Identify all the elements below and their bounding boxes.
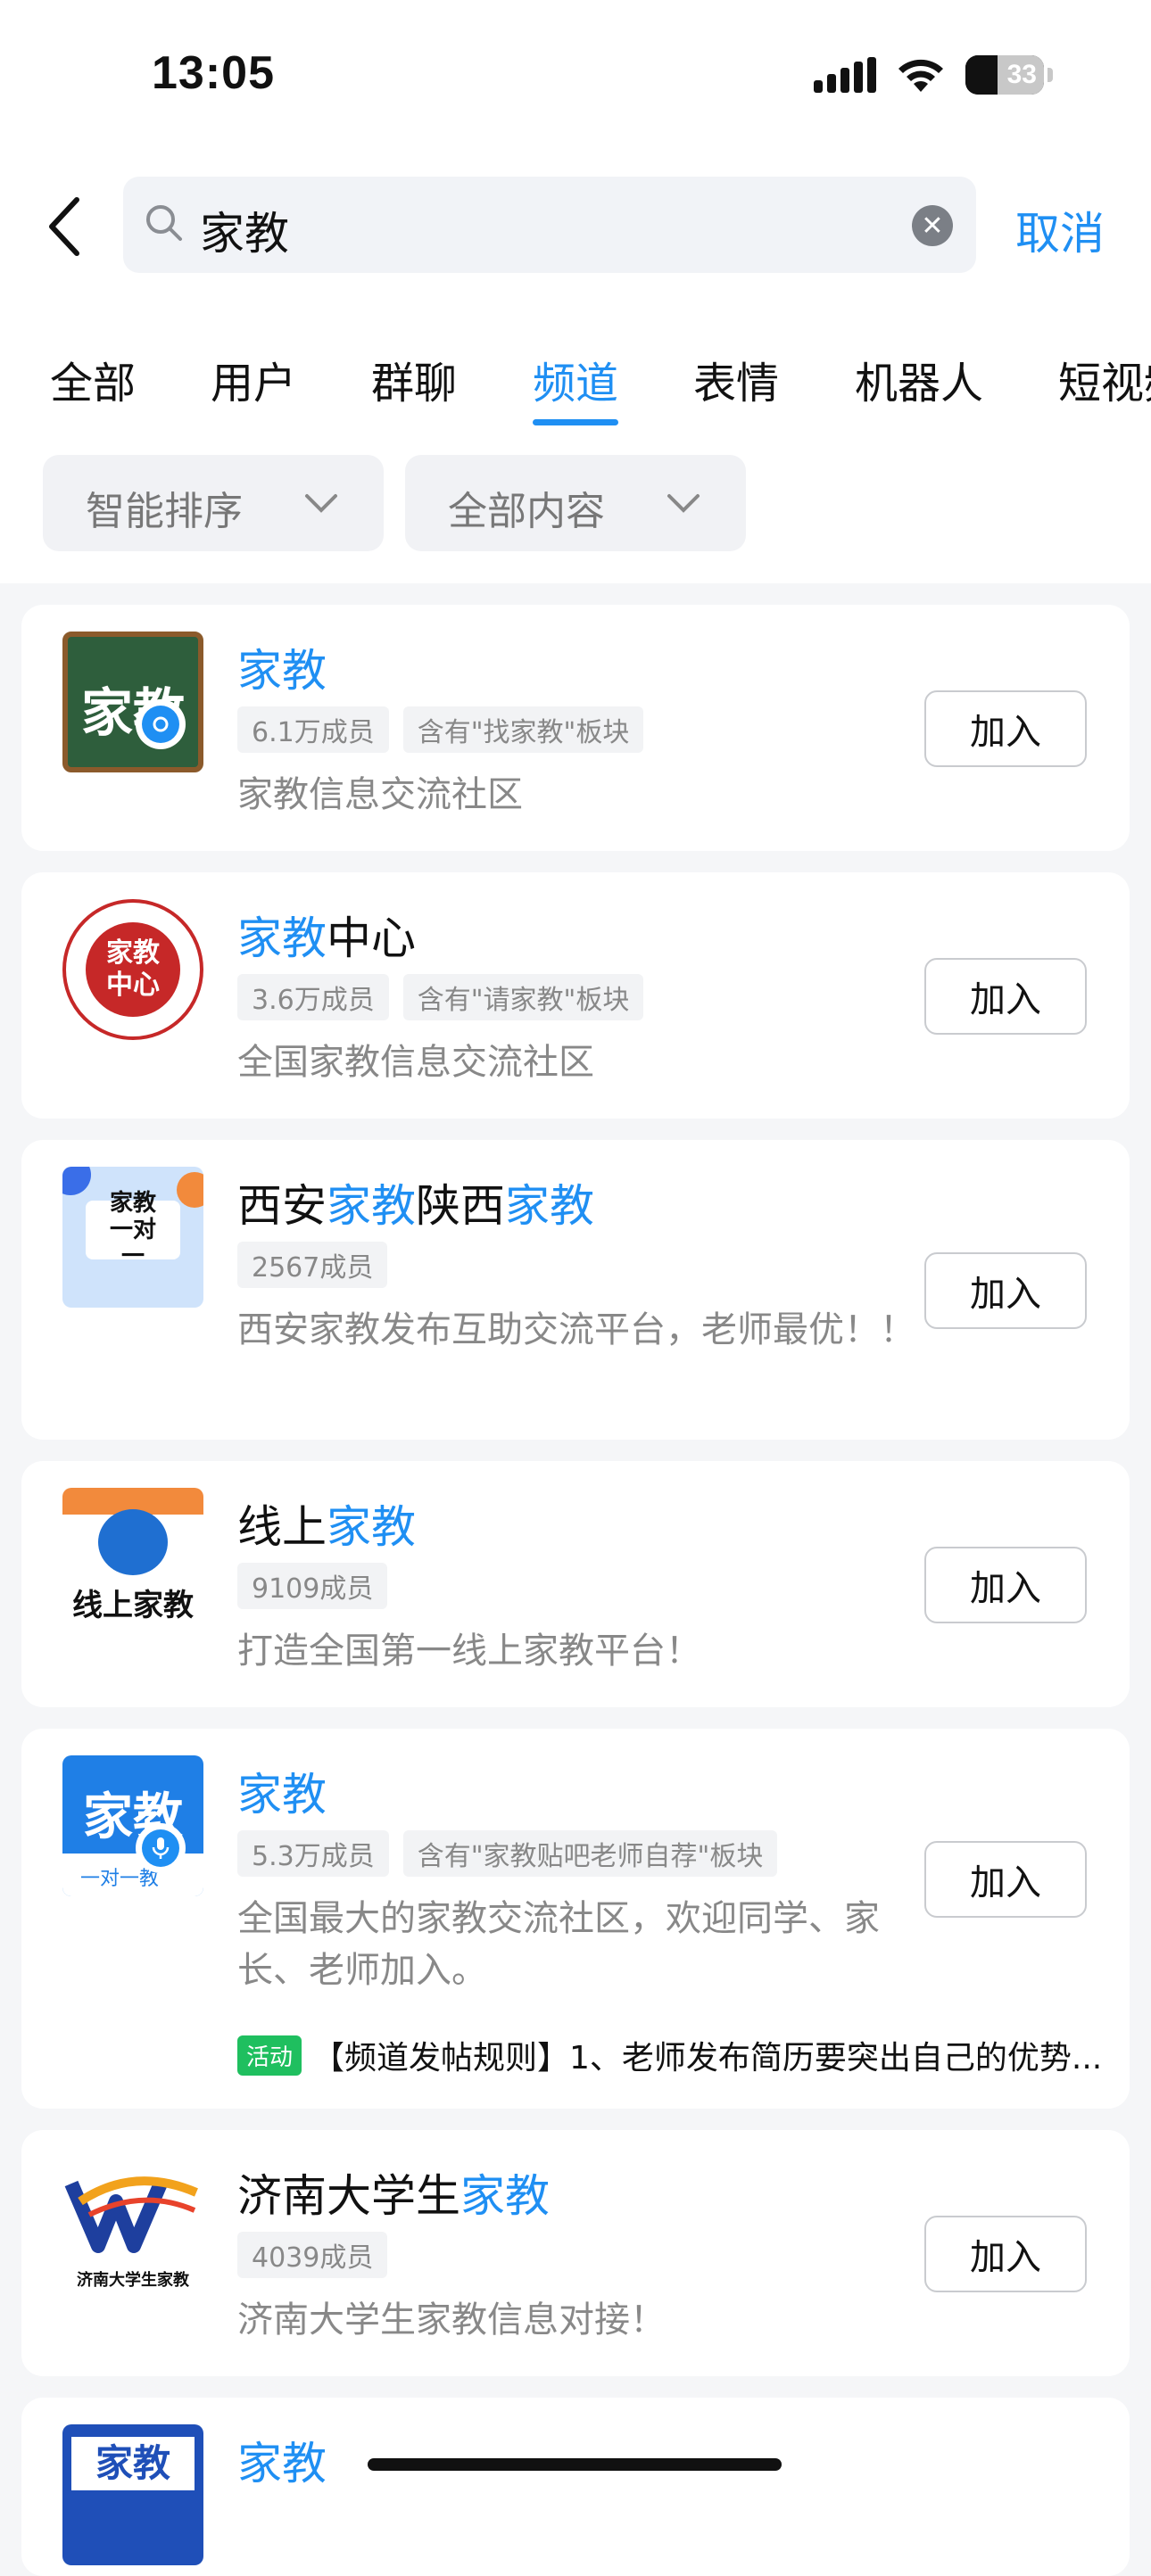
tab-short-videos[interactable]: 短视频: [1058, 348, 1151, 410]
verified-icon: [136, 699, 186, 749]
section-chip: 含有"请家教"板块: [402, 974, 644, 1020]
channel-logo: 家教中心: [62, 899, 203, 1040]
channel-chips: 4039成员: [237, 2232, 388, 2278]
section-chip: 含有"找家教"板块: [402, 706, 644, 753]
clear-icon[interactable]: ✕: [912, 205, 953, 246]
channel-card[interactable]: 家教一对一 西安家教陕西家教 2567成员 西安家教发布互助交流平台，老师最优！…: [21, 1140, 1130, 1440]
search-input[interactable]: 家教: [200, 198, 289, 262]
channel-logo: 家教: [62, 2424, 203, 2565]
channel-chips: 3.6万成员 含有"请家教"板块: [237, 974, 644, 1020]
channel-card[interactable]: 家教中心 家教中心 3.6万成员 含有"请家教"板块 全国家教信息交流社区 加入: [21, 872, 1130, 1119]
channel-title: 家教: [237, 645, 327, 697]
join-button[interactable]: 加入: [924, 958, 1087, 1035]
tab-all[interactable]: 全部: [50, 348, 136, 410]
channel-chips: 2567成员: [237, 1242, 388, 1288]
category-tabs: 全部 用户 群聊 频道 表情 机器人 短视频: [0, 348, 1151, 428]
logo-text: 家教一对一: [86, 1190, 180, 1270]
chevron-down-icon: [667, 494, 700, 513]
logo-text: 家教中心: [86, 922, 180, 1017]
battery-icon: 33: [965, 55, 1044, 95]
channel-description: 全国家教信息交流社区: [237, 1042, 594, 1083]
signal-icon: [814, 57, 876, 93]
tab-bots[interactable]: 机器人: [855, 348, 983, 410]
channel-description: 全国最大的家教交流社区，欢迎同学、家长、老师加入。: [237, 1898, 880, 1991]
search-bar[interactable]: 家教 ✕: [123, 177, 976, 273]
voice-icon: [136, 1823, 186, 1873]
wifi-icon: [898, 59, 943, 92]
battery-level: 33: [1006, 60, 1037, 89]
join-button[interactable]: 加入: [924, 690, 1087, 767]
cancel-button[interactable]: 取消: [1015, 198, 1105, 262]
sort-dropdown[interactable]: 智能排序: [43, 455, 384, 551]
back-chevron-icon[interactable]: [39, 191, 93, 262]
join-button[interactable]: 加入: [924, 1252, 1087, 1329]
battery-tip: [1047, 68, 1053, 82]
section-chip: 含有"家教贴吧老师自荐"板块: [402, 1830, 778, 1877]
tab-groups[interactable]: 群聊: [371, 348, 457, 410]
member-count: 2567成员: [237, 1242, 388, 1288]
channel-description: 西安家教发布互助交流平台，老师最优！！: [237, 1309, 915, 1350]
content-dropdown[interactable]: 全部内容: [405, 455, 746, 551]
join-button[interactable]: 加入: [924, 2216, 1087, 2292]
channel-logo: 家教: [62, 632, 203, 772]
activity-tag: 活动: [237, 2035, 302, 2076]
channel-logo: 线上家教: [62, 1488, 203, 1629]
logo-mark-icon: [64, 2176, 198, 2253]
tab-channels[interactable]: 频道: [533, 348, 618, 410]
channel-description: 家教信息交流社区: [237, 774, 523, 815]
content-label: 全部内容: [448, 489, 605, 534]
activity-row[interactable]: 活动 【频道发帖规则】1、老师发布简历要突出自己的优势...: [237, 2032, 1102, 2078]
channel-title: 家教: [237, 1769, 327, 1821]
home-indicator: [368, 2458, 782, 2471]
channel-chips: 5.3万成员 含有"家教贴吧老师自荐"板块: [237, 1830, 778, 1877]
search-icon: [146, 205, 182, 241]
active-tab-indicator: [533, 419, 618, 425]
channel-title: 济南大学生家教: [237, 2170, 550, 2222]
channel-title: 家教中心: [237, 912, 416, 964]
member-count: 3.6万成员: [237, 974, 389, 1020]
status-time: 13:05: [152, 47, 275, 99]
activity-text: 【频道发帖规则】1、老师发布简历要突出自己的优势...: [312, 2040, 1103, 2076]
member-count: 9109成员: [237, 1563, 388, 1609]
join-button[interactable]: 加入: [924, 1547, 1087, 1623]
channel-card[interactable]: 线上家教 线上家教 9109成员 打造全国第一线上家教平台！ 加入: [21, 1461, 1130, 1707]
channel-card[interactable]: 家教 一对一教 家教 5.3万成员 含有"家教贴吧老师自荐"板块 全国最大的家教…: [21, 1729, 1130, 2109]
member-count: 6.1万成员: [237, 706, 389, 753]
channel-description: 打造全国第一线上家教平台！: [237, 1631, 701, 1672]
logo-text: 济南大学生家教: [77, 2271, 189, 2290]
channel-title: 家教: [237, 2438, 327, 2489]
channel-card[interactable]: 家教 家教 6.1万成员 含有"找家教"板块 家教信息交流社区 加入: [21, 605, 1130, 851]
channel-logo: 济南大学生家教: [62, 2157, 203, 2298]
tab-users[interactable]: 用户: [211, 348, 296, 410]
status-icons: 33: [814, 55, 1053, 95]
channel-card[interactable]: 家教 家教: [21, 2398, 1130, 2576]
tab-stickers[interactable]: 表情: [693, 348, 779, 410]
channel-logo: 家教 一对一教: [62, 1755, 203, 1896]
channel-chips: 9109成员: [237, 1563, 388, 1609]
channel-logo: 家教一对一: [62, 1167, 203, 1308]
member-count: 5.3万成员: [237, 1830, 389, 1877]
sort-label: 智能排序: [86, 489, 243, 534]
channel-card[interactable]: 济南大学生家教 济南大学生家教 4039成员 济南大学生家教信息对接！ 加入: [21, 2130, 1130, 2376]
logo-text: 家教: [71, 2437, 195, 2490]
channel-chips: 6.1万成员 含有"找家教"板块: [237, 706, 644, 753]
join-button[interactable]: 加入: [924, 1841, 1087, 1918]
channel-title: 西安家教陕西家教: [237, 1180, 594, 1232]
member-count: 4039成员: [237, 2232, 388, 2278]
logo-text: 线上家教: [72, 1588, 194, 1623]
channel-description: 济南大学生家教信息对接！: [237, 2299, 666, 2341]
chevron-down-icon: [305, 494, 337, 513]
channel-title: 线上家教: [237, 1501, 416, 1553]
